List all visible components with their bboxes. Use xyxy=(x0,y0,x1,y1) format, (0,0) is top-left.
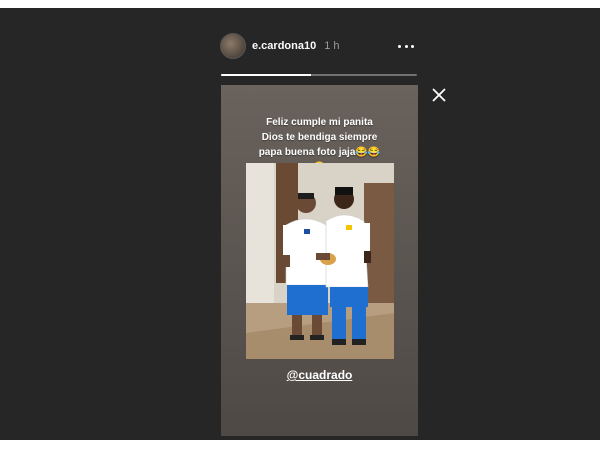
story-header: e.cardona10 1 h xyxy=(220,30,418,62)
post-time: 1 h xyxy=(324,40,340,52)
story-photo xyxy=(246,163,394,359)
user-avatar[interactable] xyxy=(220,33,246,59)
caption-line-2: Dios te bendiga siempre xyxy=(261,132,378,143)
photo-illustration xyxy=(246,163,394,359)
more-options-icon[interactable] xyxy=(398,38,414,54)
story-frame[interactable]: Feliz cumple mi panita Dios te bendiga s… xyxy=(221,85,418,436)
caption-line-3: papa buena foto jaja😂😂 xyxy=(258,147,381,158)
username[interactable]: e.cardona10 xyxy=(252,40,316,52)
caption-line-1: Feliz cumple mi panita xyxy=(266,117,373,128)
close-icon[interactable] xyxy=(430,86,448,104)
story-viewer: e.cardona10 1 h Feliz cumple mi panita D… xyxy=(0,8,600,440)
mention-sticker[interactable]: @cuadrado xyxy=(221,368,418,382)
story-progress-fill xyxy=(221,74,312,76)
story-progress-bar xyxy=(221,74,417,76)
